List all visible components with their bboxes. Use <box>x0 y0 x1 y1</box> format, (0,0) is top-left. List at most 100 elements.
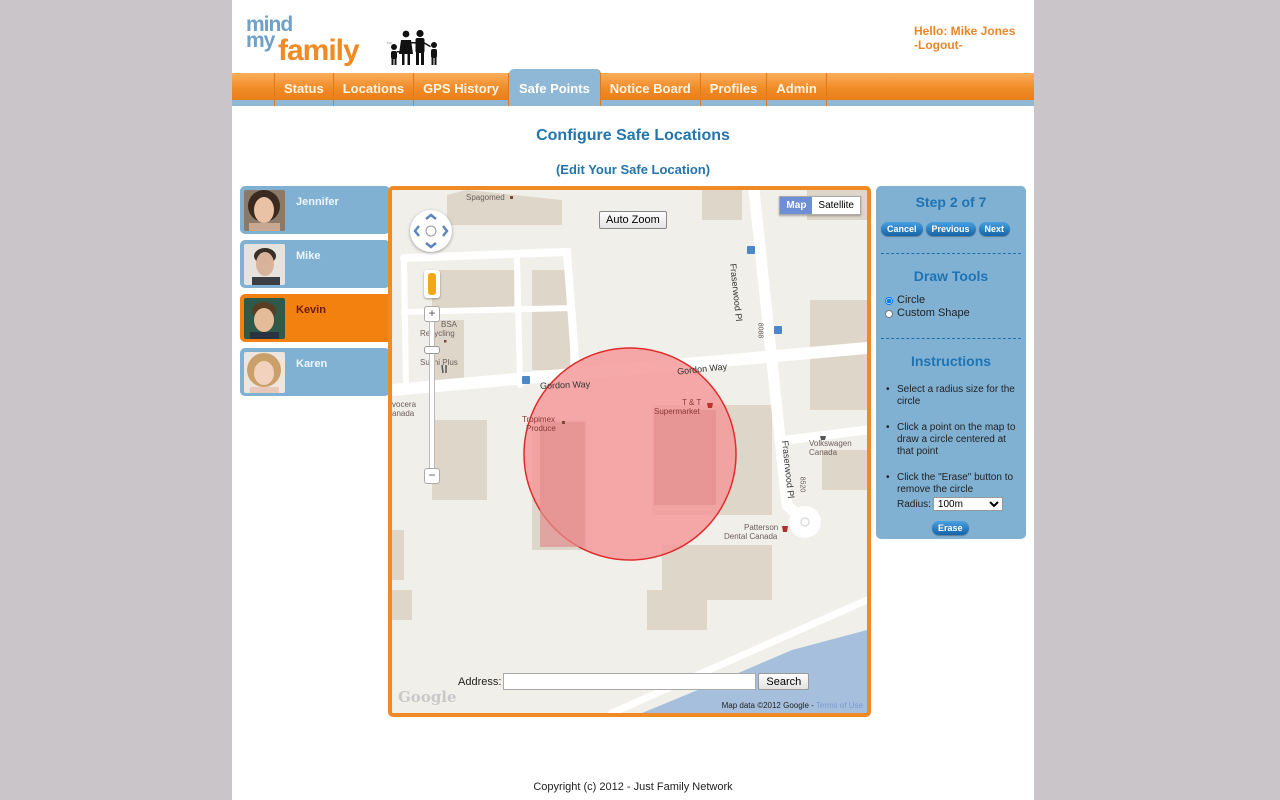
map-type-control: Map Satellite <box>779 196 861 215</box>
divider <box>881 253 1021 254</box>
custom-shape-label: Custom Shape <box>897 307 970 319</box>
terms-of-use-link[interactable]: Terms of Use <box>816 701 863 710</box>
shopping-cart-icon <box>707 403 713 408</box>
building <box>647 590 707 630</box>
poi-label: Canada <box>809 448 838 457</box>
circle-radio[interactable] <box>885 296 893 305</box>
address-search: Address: Search <box>458 673 810 690</box>
instructions-list: Select a radius size for the circle Clic… <box>886 384 1022 510</box>
draw-option-custom-shape[interactable]: Custom Shape <box>885 307 970 320</box>
search-button[interactable]: Search <box>758 673 810 690</box>
nav-tab-notice-board[interactable]: Notice Board <box>601 73 701 106</box>
logo-family-text: family <box>278 34 360 67</box>
map-type-map-button[interactable]: Map <box>780 197 813 214</box>
family-figures-icon <box>391 30 437 65</box>
building <box>432 420 487 500</box>
nav-tab-profiles[interactable]: Profiles <box>701 73 768 106</box>
pan-control[interactable] <box>410 210 452 252</box>
address-label: Address: <box>458 675 502 688</box>
page-subtitle: (Edit Your Safe Location) <box>555 162 711 177</box>
profile-name: Jennifer <box>296 196 339 208</box>
nav-tab-locations[interactable]: Locations <box>334 73 415 106</box>
step-indicator: Step 2 of 7 <box>915 194 987 210</box>
profile-name: Karen <box>296 358 328 370</box>
profile-item-karen[interactable]: Karen <box>240 348 390 396</box>
instruction-item: Select a radius size for the circle <box>886 384 1022 408</box>
street-number: 8520 <box>798 476 806 493</box>
pegman-icon <box>428 273 436 295</box>
poi-label: Volkswagen <box>809 439 852 448</box>
google-logo: Google <box>398 688 457 706</box>
avatar <box>244 244 285 285</box>
instruction-item: Click the "Erase" button to remove the c… <box>886 472 1022 496</box>
avatar <box>244 352 285 393</box>
cul-de-sac <box>789 506 821 538</box>
user-greeting: Hello: Mike Jones -Logout- <box>914 24 1015 52</box>
nav-tab-gps-history[interactable]: GPS History <box>414 73 509 106</box>
radius-control: Radius: 100m <box>897 497 1003 511</box>
building <box>532 270 570 370</box>
poi-label: anada <box>392 409 415 418</box>
erase-button[interactable]: Erase <box>932 521 969 535</box>
address-input[interactable] <box>503 673 757 690</box>
building <box>392 590 412 620</box>
building <box>392 530 404 580</box>
zoom-in-button[interactable]: + <box>424 306 440 322</box>
next-button[interactable]: Next <box>978 222 1011 236</box>
radius-label: Radius: <box>897 498 931 510</box>
poi-label: Sushi Plus <box>420 358 458 367</box>
bus-stop-icon <box>747 246 755 254</box>
avatar <box>244 190 285 231</box>
nav-tab-safe-points[interactable]: Safe Points <box>509 69 601 106</box>
map-canvas[interactable]: Spagomed BSA Recycling Sushi Plus vocera… <box>388 186 871 717</box>
poi-label: Patterson <box>744 523 779 532</box>
radius-select[interactable]: 100m <box>932 497 1003 511</box>
divider <box>881 338 1021 339</box>
building <box>702 190 742 220</box>
poi-label: Supermarket <box>654 407 700 416</box>
poi-label: Spagomed <box>466 193 505 202</box>
logo-my-text: my <box>246 29 275 52</box>
building <box>432 270 514 308</box>
profile-item-jennifer[interactable]: Jennifer <box>240 186 390 234</box>
circle-label: Circle <box>897 294 926 306</box>
page-title: Configure Safe Locations <box>536 127 730 144</box>
avatar <box>244 298 285 339</box>
nav-tab-admin[interactable]: Admin <box>767 73 827 106</box>
zoom-out-button[interactable]: − <box>424 468 440 484</box>
bus-stop-icon <box>774 326 782 334</box>
draw-tool-options: Circle Custom Shape <box>885 294 970 320</box>
wizard-panel: Step 2 of 7 Cancel Previous Next Draw To… <box>876 186 1026 539</box>
nav-tab-status[interactable]: Status <box>275 73 334 106</box>
street-number: 8088 <box>756 322 764 339</box>
poi-label: Produce <box>526 424 556 433</box>
street-label: Gordon Way <box>539 379 591 391</box>
profile-list: Jennifer Mike Kevin Karen <box>240 186 390 402</box>
zoom-slider-thumb[interactable] <box>424 346 440 354</box>
profile-item-kevin[interactable]: Kevin <box>240 294 390 342</box>
poi-label: T & T <box>682 398 702 407</box>
main-nav: Status Locations GPS History Safe Points… <box>232 69 1034 106</box>
previous-button[interactable]: Previous <box>925 222 976 236</box>
auto-zoom-button[interactable]: Auto Zoom <box>599 211 667 229</box>
custom-shape-radio[interactable] <box>885 309 893 318</box>
greeting-text: Hello: Mike Jones <box>914 24 1016 38</box>
map-base <box>392 190 867 713</box>
draw-tools-title: Draw Tools <box>913 268 989 284</box>
poi-label: Tropimex <box>522 415 556 424</box>
profile-item-mike[interactable]: Mike <box>240 240 390 288</box>
draw-option-circle[interactable]: Circle <box>885 294 970 307</box>
street-view-pegman[interactable] <box>424 270 440 298</box>
logout-link[interactable]: -Logout- <box>914 38 1015 52</box>
poi-label: Recycling <box>420 329 455 338</box>
map-attribution: Map data ©2012 Google - Terms of Use <box>722 701 863 710</box>
zoom-slider-track[interactable] <box>429 314 435 476</box>
instructions-title: Instructions <box>910 353 992 369</box>
logo[interactable]: mind my family ™ <box>246 14 437 68</box>
wizard-buttons: Cancel Previous Next <box>881 222 1011 236</box>
pan-arrows-icon <box>413 213 449 249</box>
page: mind my family ™ Hello: Mike Jones -Logo… <box>232 0 1034 800</box>
map-type-satellite-button[interactable]: Satellite <box>812 197 860 214</box>
footer-copyright: Copyright (c) 2012 - Just Family Network <box>533 781 733 793</box>
cancel-button[interactable]: Cancel <box>881 222 923 236</box>
